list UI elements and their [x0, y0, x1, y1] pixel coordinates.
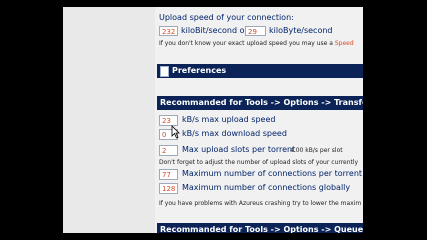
preferences-icon [160, 66, 169, 77]
queue-header: Recommanded for Tools -> Options -> Queu… [157, 223, 363, 233]
mouse-cursor-icon [171, 125, 180, 139]
upload-slots-reminder: Don't forget to adjust the number of upl… [159, 159, 359, 166]
upload-slots-label: Max upload slots per torrent [182, 145, 296, 154]
transfer-header: Recommanded for Tools -> Options -> Tran… [157, 96, 363, 110]
queue-title: Recommanded for Tools -> Options -> Queu… [160, 225, 363, 233]
upload-speed-hint-text: If you don't know your exact upload spee… [159, 40, 333, 47]
speed-test-link[interactable]: Speed [335, 40, 354, 47]
upload-speed-heading: Upload speed of your connection: [159, 13, 294, 22]
connections-per-torrent-label: Maximum number of connections per torren… [182, 169, 363, 178]
connections-per-torrent-input[interactable]: 77 [159, 169, 178, 180]
azureus-crash-note: If you have problems with Azureus crashi… [159, 200, 362, 207]
left-gray-column [63, 7, 155, 233]
upload-speed-hint: If you don't know your exact upload spee… [159, 40, 354, 47]
transfer-title: Recommanded for Tools -> Options -> Tran… [160, 98, 363, 107]
connections-global-label: Maximum number of connections globally [182, 183, 351, 192]
left-black-border [0, 0, 63, 240]
preferences-title: Preferences [172, 66, 227, 75]
upload-kbyte-unit: kiloByte/second [269, 26, 333, 35]
connections-global-input[interactable]: 128 [159, 183, 178, 194]
upload-slots-input[interactable]: 2 [159, 145, 178, 156]
max-download-label: kB/s max download speed [182, 129, 287, 138]
max-upload-label: kB/s max upload speed [182, 115, 276, 124]
upload-kbit-unit: kiloBit/second or [181, 26, 248, 35]
per-slot-note: 4.00 kB/s per slot [290, 147, 343, 154]
speed-calculator-page: Upload speed of your connection: 232 kil… [155, 7, 363, 233]
preferences-header: Preferences [157, 64, 363, 78]
right-black-border [363, 0, 427, 240]
upload-kbit-input[interactable]: 232 [159, 26, 178, 36]
upload-kbyte-input[interactable]: 29 [245, 26, 266, 36]
